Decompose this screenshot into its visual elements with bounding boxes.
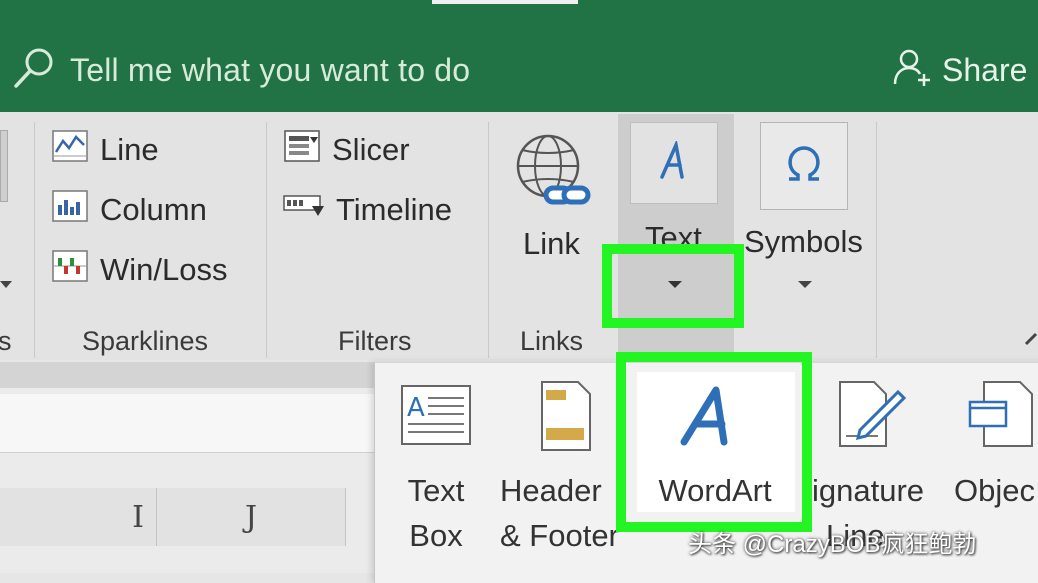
tell-me-search[interactable]: Tell me what you want to do: [12, 46, 470, 95]
slicer-label: Slicer: [332, 132, 410, 167]
sparkline-winloss-icon: [50, 248, 100, 292]
group-label-truncated: s: [0, 326, 12, 356]
collapse-ribbon-icon[interactable]: [1024, 330, 1038, 353]
sparkline-winloss-button[interactable]: Win/Loss: [50, 248, 227, 292]
sparkline-winloss-label: Win/Loss: [100, 252, 228, 287]
sparkline-column-label: Column: [100, 192, 207, 227]
sparkline-line-icon: [50, 128, 100, 172]
links-group-label: Links: [520, 326, 584, 356]
sparkline-line-label: Line: [100, 132, 159, 167]
title-tab: [432, 0, 578, 4]
group-separator: [34, 122, 35, 358]
object-label: Objec: [954, 473, 1035, 508]
column-header-J-label: J: [244, 499, 258, 535]
sparkline-line-button[interactable]: Line: [50, 128, 159, 172]
timeline-label: Timeline: [336, 192, 452, 227]
sparklines-group-label: Sparklines: [82, 326, 209, 356]
search-icon: [12, 46, 56, 95]
tell-me-text[interactable]: Tell me what you want to do: [70, 52, 470, 89]
chevron-down-icon[interactable]: [0, 278, 14, 296]
object-icon: [968, 380, 1038, 453]
text-box-label-line1: Text: [407, 473, 465, 508]
header-footer-label-line1: Header: [500, 473, 602, 508]
timeline-icon: [282, 188, 336, 232]
formula-bar[interactable]: [0, 394, 380, 453]
slicer-icon: [282, 128, 332, 172]
group-separator: [876, 122, 877, 358]
column-header-I-label: I: [132, 499, 144, 535]
highlight-box-text-dropdown: [602, 244, 744, 328]
group-separator: [488, 122, 489, 358]
globe-link-icon: [512, 130, 596, 221]
sparkline-column-button[interactable]: Column: [50, 188, 207, 232]
person-add-icon: [890, 46, 934, 95]
text-icon-box: [630, 122, 718, 204]
text-a-icon: [658, 139, 692, 186]
header-footer-label-line2: & Footer: [500, 518, 619, 553]
filters-group-label: Filters: [338, 326, 412, 356]
column-header-I[interactable]: I: [0, 488, 157, 546]
symbols-icon-box[interactable]: [760, 122, 848, 210]
chevron-down-icon[interactable]: [797, 278, 813, 296]
symbols-label[interactable]: Symbols: [744, 224, 863, 260]
omega-icon: [785, 145, 823, 190]
watermark: 头条 @CrazyBOB疯狂鲍勃: [688, 531, 977, 558]
highlight-box-wordart: [616, 352, 812, 532]
signature-line-icon: [838, 380, 907, 453]
share-label: Share: [942, 52, 1028, 88]
timeline-button[interactable]: Timeline: [282, 188, 452, 232]
slicer-button[interactable]: Slicer: [282, 128, 410, 172]
text-box-label-line2: Box: [409, 518, 463, 553]
group-separator: [266, 122, 267, 358]
partial-icon: [0, 130, 8, 202]
sparkline-column-icon: [50, 188, 100, 232]
svg-text:A: A: [407, 393, 425, 423]
text-box-icon: A: [400, 384, 472, 451]
signature-line-label-line1: ignature: [812, 473, 925, 508]
share-button[interactable]: Share: [890, 46, 1027, 95]
link-label: Link: [523, 226, 580, 261]
column-header-J[interactable]: J: [157, 488, 346, 546]
header-footer-icon: [540, 380, 592, 457]
